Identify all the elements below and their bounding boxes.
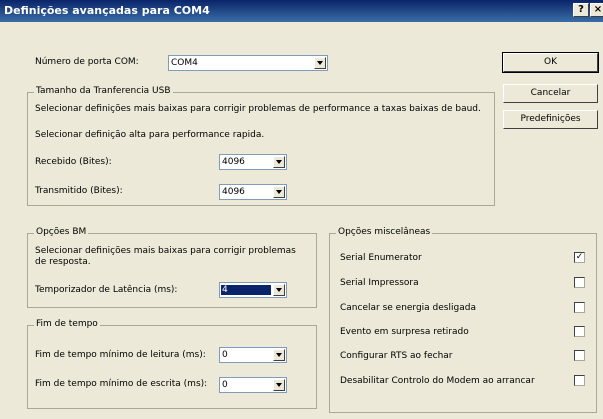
set-rts-on-close-checkbox[interactable] [574, 350, 585, 361]
ok-button[interactable]: OK [502, 52, 599, 73]
misc-option-label: Evento em surpresa retirado [340, 327, 469, 337]
misc-option-label: Serial Impressora [340, 278, 419, 288]
read-timeout-value: 0 [222, 350, 228, 360]
defaults-button[interactable]: Predefinições [503, 110, 598, 129]
misc-option-label: Serial Enumerator [340, 253, 422, 263]
latency-value: 4 [221, 285, 271, 295]
read-timeout-select[interactable]: 0 [219, 347, 287, 363]
timeout-title: Fim de tempo [34, 319, 100, 329]
latency-select[interactable]: 4 [219, 282, 287, 298]
serial-printer-checkbox[interactable] [574, 277, 585, 288]
receive-size-value: 4096 [222, 157, 245, 167]
receive-size-select[interactable]: 4096 [219, 154, 287, 170]
receive-label: Recebido (Bites): [35, 157, 112, 167]
bm-hint-line2: de resposta. [35, 257, 91, 267]
write-timeout-value: 0 [222, 380, 228, 390]
chevron-down-icon[interactable] [273, 349, 285, 361]
usb-hint-high: Selecionar definição alta para performan… [35, 130, 265, 140]
timeout-group: Fim de tempo [27, 319, 317, 409]
chevron-down-icon[interactable] [273, 379, 285, 391]
com-port-label: Número de porta COM: [35, 57, 139, 67]
com-port-select[interactable]: COM4 [168, 55, 328, 71]
chevron-down-icon[interactable] [273, 284, 285, 296]
usb-hint-low: Selecionar definições mais baixas para c… [35, 104, 481, 114]
misc-option-label: Desabilitar Controlo do Modem ao arranca… [340, 376, 535, 386]
help-button[interactable]: ? [573, 3, 589, 17]
latency-label: Temporizador de Latência (ms): [35, 285, 178, 295]
close-button[interactable]: × [590, 3, 603, 17]
usb-transfer-title: Tamanho da Tranferencia USB [34, 86, 173, 96]
misc-option-label: Cancelar se energia desligada [340, 303, 476, 313]
read-timeout-label: Fim de tempo mínimo de leitura (ms): [35, 350, 206, 360]
cancel-if-power-off-checkbox[interactable] [574, 302, 585, 313]
chevron-down-icon[interactable] [314, 57, 326, 69]
chevron-down-icon[interactable] [273, 186, 285, 198]
serial-enumerator-checkbox[interactable] [574, 252, 585, 263]
window-title: Definições avançadas para COM4 [4, 4, 210, 17]
transmit-label: Transmitido (Bites): [35, 186, 123, 196]
cancel-button[interactable]: Cancelar [503, 84, 598, 103]
transmit-size-select[interactable]: 4096 [219, 184, 287, 200]
surprise-removal-checkbox[interactable] [574, 326, 585, 337]
disable-modem-ctrl-checkbox[interactable] [574, 375, 585, 386]
chevron-down-icon[interactable] [273, 156, 285, 168]
bm-hint-line1: Selecionar definições mais baixas para c… [35, 246, 296, 256]
write-timeout-label: Fim de tempo mínimo de escrita (ms): [35, 379, 208, 389]
title-bar: Definições avançadas para COM4 ? × [0, 0, 603, 22]
misc-option-label: Configurar RTS ao fechar [340, 351, 453, 361]
com-port-value: COM4 [171, 58, 198, 68]
transmit-size-value: 4096 [222, 187, 245, 197]
bm-options-title: Opções BM [34, 227, 89, 237]
write-timeout-select[interactable]: 0 [219, 377, 287, 393]
misc-options-title: Opções miscelâneas [336, 227, 433, 237]
